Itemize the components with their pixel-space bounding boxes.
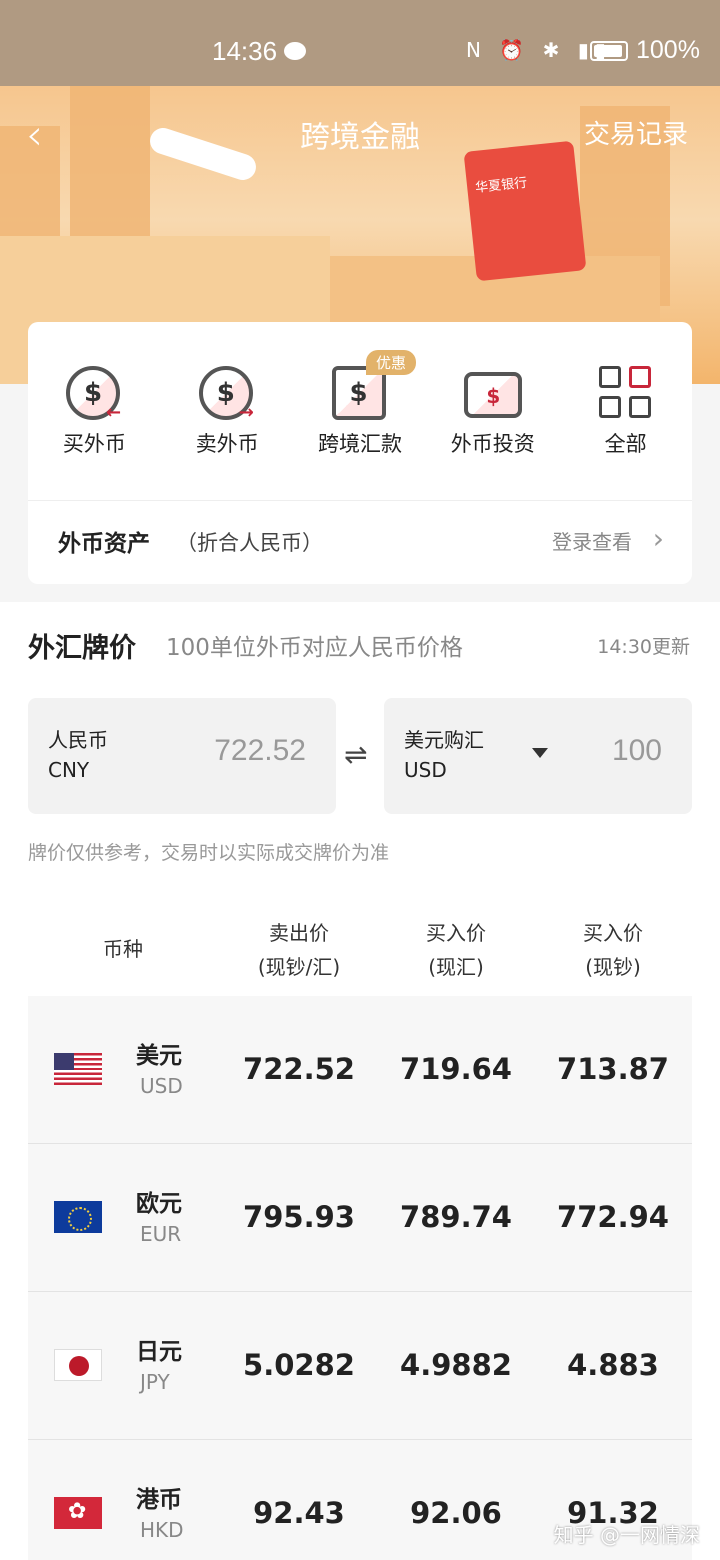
- battery-percent: 100%: [636, 36, 700, 64]
- transaction-history-link[interactable]: 交易记录: [584, 114, 688, 151]
- menu-label: 全部: [604, 432, 647, 456]
- foreign-assets-subtitle: （折合人民币）: [176, 531, 323, 555]
- sell-currency-icon: $ →: [197, 362, 257, 423]
- bank-card-illustration: 华夏银行: [463, 140, 587, 282]
- currency-name: 美元: [136, 1043, 182, 1069]
- table-row[interactable]: 日元 JPY 5.0282 4.9882 4.883: [28, 1292, 692, 1440]
- currency-name: 日元: [136, 1339, 182, 1365]
- rates-table-header: 币种 卖出价 (现钞/汇) 买入价 (现汇) 买入价 (现钞): [0, 902, 720, 996]
- services-card: $ ← 买外币 $ → 卖外币 $ 跨境汇款 $ 外币投资 全部 优惠 外币资产…: [28, 322, 692, 584]
- status-time: 14:36: [212, 36, 278, 66]
- rates-disclaimer: 牌价仅供参考，交易时以实际成交牌价为准: [28, 842, 390, 864]
- sell-price: 722.52: [243, 1052, 355, 1086]
- discount-badge: 优惠: [366, 350, 417, 375]
- converter-currency-name: 人民币: [48, 728, 108, 752]
- converter-cny[interactable]: 人民币 CNY 722.52: [28, 698, 336, 814]
- buy-cash-price: 4.883: [567, 1348, 659, 1382]
- cny-amount-input[interactable]: 722.52: [214, 734, 306, 768]
- buy-currency-icon: $ ←: [64, 362, 124, 423]
- buy-cash-price: 772.94: [557, 1200, 669, 1234]
- buy-transfer-price: 789.74: [400, 1200, 512, 1234]
- us-flag-icon: [54, 1053, 102, 1085]
- header-sell-line2: (现钞/汇): [257, 955, 341, 979]
- chat-notification-icon: [284, 42, 306, 60]
- watermark: 知乎 @一网情深: [553, 1523, 700, 1547]
- rates-title: 外汇牌价: [28, 633, 136, 664]
- menu-label: 外币投资: [450, 432, 535, 456]
- buy-transfer-price: 92.06: [410, 1496, 502, 1530]
- chevron-right-icon[interactable]: ›: [653, 522, 664, 555]
- sell-price: 795.93: [243, 1200, 355, 1234]
- wallet-icon: $: [462, 362, 523, 422]
- currency-code: EUR: [140, 1222, 182, 1246]
- sell-price: 92.43: [253, 1496, 345, 1530]
- hk-flag-icon: [54, 1497, 102, 1529]
- eu-flag-icon: [54, 1201, 102, 1233]
- exchange-rates-section: 外汇牌价 100单位外币对应人民币价格 14:30更新 人民币 CNY 722.…: [0, 602, 720, 1560]
- converter-currency-name: 美元购汇: [404, 728, 484, 752]
- menu-label: 买外币: [62, 432, 126, 456]
- login-to-view-link[interactable]: 登录查看: [552, 526, 632, 555]
- currency-name: 欧元: [136, 1191, 182, 1217]
- converter-usd[interactable]: 美元购汇 USD 100: [384, 698, 692, 814]
- battery-icon: [590, 41, 628, 61]
- header-buy-transfer: 买入价 (现汇): [381, 916, 531, 984]
- rates-update-time: 14:30更新: [597, 636, 690, 658]
- menu-all[interactable]: 全部: [559, 322, 692, 500]
- dropdown-caret-icon[interactable]: [532, 748, 548, 758]
- header-buy-cash: 买入价 (现钞): [538, 916, 688, 984]
- header-buy-transfer-line2: (现汇): [428, 955, 484, 979]
- foreign-assets-title: 外币资产: [58, 531, 150, 557]
- header-sell: 卖出价 (现钞/汇): [224, 916, 374, 984]
- menu-investment[interactable]: $ 外币投资: [426, 322, 559, 500]
- menu-remittance[interactable]: $ 跨境汇款: [294, 322, 427, 500]
- menu-buy-currency[interactable]: $ ← 买外币: [28, 322, 161, 500]
- header-buy-transfer-line1: 买入价: [426, 921, 486, 945]
- converter-currency-code: USD: [404, 758, 447, 782]
- currency-code: HKD: [140, 1518, 184, 1542]
- divider: [28, 500, 692, 501]
- usd-amount-input[interactable]: 100: [612, 734, 662, 768]
- menu-label: 卖外币: [195, 432, 259, 456]
- buy-transfer-price: 4.9882: [400, 1348, 512, 1382]
- header-sell-line1: 卖出价: [269, 921, 329, 945]
- currency-code: USD: [140, 1074, 183, 1098]
- swap-icon[interactable]: ⇌: [344, 738, 367, 771]
- rates-subtitle: 100单位外币对应人民币价格: [166, 635, 463, 661]
- buy-transfer-price: 719.64: [400, 1052, 512, 1086]
- header-buy-cash-line1: 买入价: [583, 921, 643, 945]
- buy-cash-price: 713.87: [557, 1052, 669, 1086]
- grid-icon: [595, 362, 655, 422]
- menu-sell-currency[interactable]: $ → 卖外币: [161, 322, 294, 500]
- table-row[interactable]: 美元 USD 722.52 719.64 713.87: [28, 996, 692, 1144]
- status-bar: 14:36 N ⏰ ✱ ▮▮ 100%: [0, 0, 720, 86]
- menu-label: 跨境汇款: [317, 432, 402, 456]
- jp-flag-icon: [54, 1349, 102, 1381]
- header-buy-cash-line2: (现钞): [585, 955, 641, 979]
- currency-code: JPY: [140, 1370, 170, 1394]
- sell-price: 5.0282: [243, 1348, 355, 1382]
- converter-currency-code: CNY: [48, 758, 90, 782]
- currency-name: 港币: [136, 1487, 182, 1513]
- header-currency: 币种: [103, 937, 143, 961]
- table-row[interactable]: 欧元 EUR 795.93 789.74 772.94: [28, 1144, 692, 1292]
